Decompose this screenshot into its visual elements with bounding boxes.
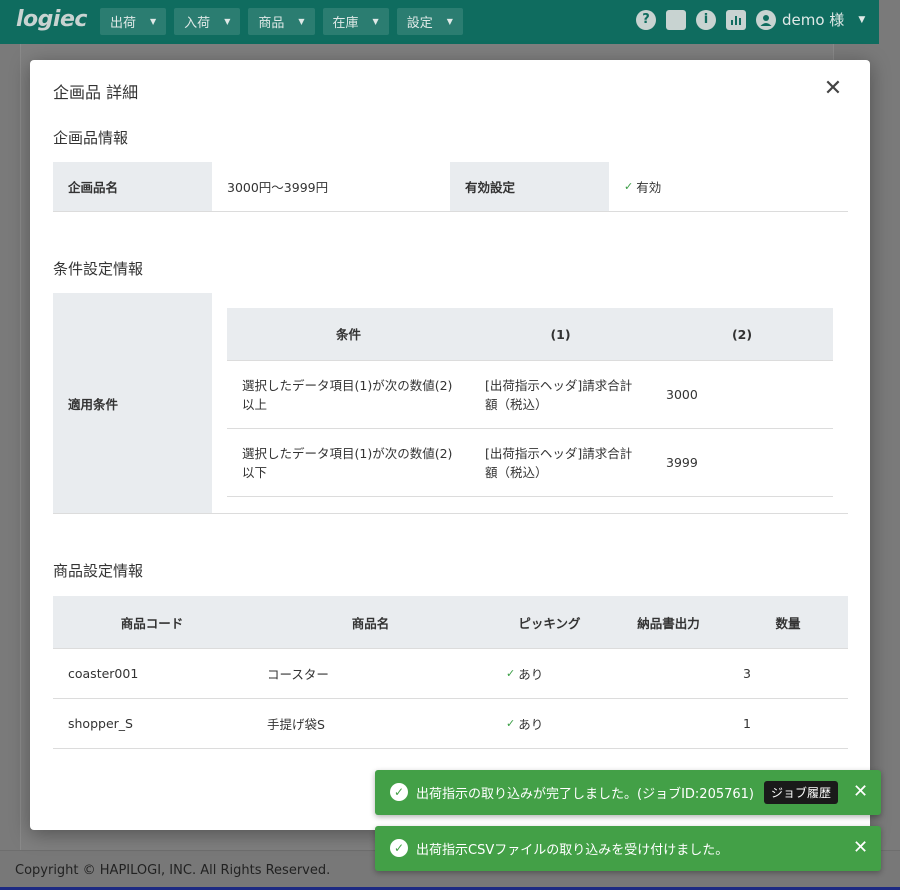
product-name-cell: コースター [267,667,329,682]
quantity-cell: 3 [743,666,751,681]
param2-cell: 3999 [666,455,698,470]
bar-chart-icon[interactable] [726,9,746,30]
table-row: 選択したデータ項目(1)が次の数値(2)以下 [出荷指示ヘッダ]請求合計額（税込… [227,429,833,497]
modal-title: 企画品 詳細 [53,83,139,102]
column-header: (2) [731,326,753,342]
product-code-cell: shopper_S [68,716,133,731]
picking-cell: ✓ あり [506,699,543,748]
condition-row-label: 適用条件 [53,293,212,513]
logo[interactable]: logiec [16,7,87,32]
nav-menu-settings[interactable]: 設定 ▼ [396,8,463,35]
nav-menu-inventory[interactable]: 在庫 ▼ [322,8,389,35]
table-header: 条件 (1) (2) [227,308,833,361]
param1-cell: [出荷指示ヘッダ]請求合計額（税込） [485,445,633,480]
nav-menu-receiving[interactable]: 入荷 ▼ [174,8,241,35]
toast-import-complete: ✓ 出荷指示の取り込みが完了しました。(ジョブID:205761) ジョブ履歴 … [375,770,881,815]
table-header: 商品コード 商品名 ピッキング 納品書出力 数量 [53,596,848,649]
check-icon: ✓ [624,180,634,193]
condition-cell: 選択したデータ項目(1)が次の数値(2)以下 [242,445,453,480]
nav-menus: 出荷 ▼ 入荷 ▼ 商品 ▼ 在庫 ▼ 設定 ▼ [100,8,463,35]
close-icon[interactable]: ✕ [853,781,868,802]
table-row: 選択したデータ項目(1)が次の数値(2)以上 [出荷指示ヘッダ]請求合計額（税込… [227,361,833,429]
column-header: ピッキング [518,615,581,631]
nav-right-tools: ? i demo 様 ▼ [636,9,865,30]
check-circle-icon: ✓ [390,783,408,801]
user-avatar-icon [756,9,776,30]
check-icon: ✓ [506,717,516,730]
nav-menu-shipping[interactable]: 出荷 ▼ [100,8,167,35]
quantity-cell: 1 [743,716,751,731]
condition-block: 適用条件 条件 (1) (2) 選択したデータ項目(1)が次の数値(2)以上 [… [53,293,848,514]
column-header: 条件 [335,326,361,342]
check-circle-icon: ✓ [390,839,408,857]
plan-info-title: 企画品情報 [53,129,129,147]
table-row: coaster001 コースター ✓ あり 3 [53,649,848,699]
picking-text: あり [518,717,544,732]
close-icon[interactable]: ✕ [853,837,868,858]
nav-menu-label: 入荷 [184,16,211,31]
chevron-down-icon: ▼ [446,17,453,26]
condition-cell: 選択したデータ項目(1)が次の数値(2)以上 [242,377,453,412]
table-row: shopper_S 手提げ袋S ✓ あり 1 [53,699,848,749]
column-header: 数量 [775,615,801,631]
product-code-cell: coaster001 [68,666,139,681]
nav-menu-products[interactable]: 商品 ▼ [248,8,315,35]
picking-cell: ✓ あり [506,649,543,698]
picking-text: あり [518,667,544,682]
chevron-down-icon: ▼ [224,17,231,26]
plan-name-label: 企画品名 [53,162,212,211]
status-text: 有効 [636,180,662,195]
chevron-down-icon: ▼ [150,17,157,26]
info-icon[interactable]: i [696,9,716,30]
chevron-down-icon: ▼ [858,14,866,25]
help-icon[interactable]: ? [636,9,656,30]
column-header: 商品コード [120,615,184,631]
job-history-button[interactable]: ジョブ履歴 [764,781,839,804]
nav-menu-label: 商品 [258,16,285,31]
briefcase-icon[interactable] [666,9,686,30]
param2-cell: 3000 [666,387,698,402]
product-info-title: 商品設定情報 [53,562,144,580]
param1-cell: [出荷指示ヘッダ]請求合計額（税込） [485,377,633,412]
plan-info-row: 企画品名 3000円〜3999円 有効設定 ✓ 有効 [53,162,848,212]
toast-message: 出荷指示の取り込みが完了しました。(ジョブID:205761) [416,787,754,802]
column-header: 商品名 [351,615,390,631]
plan-name-value: 3000円〜3999円 [227,180,329,195]
product-name-cell: 手提げ袋S [267,717,325,732]
column-header: 納品書出力 [637,615,700,631]
toast-import-accepted: ✓ 出荷指示CSVファイルの取り込みを受け付けました。 ✕ [375,826,881,871]
status-label: 有効設定 [450,162,609,211]
user-menu[interactable]: demo 様 ▼ [756,9,865,30]
copyright-text: Copyright © HAPILOGI, INC. All Rights Re… [15,863,331,878]
condition-table: 条件 (1) (2) 選択したデータ項目(1)が次の数値(2)以上 [出荷指示ヘ… [227,308,833,497]
plan-detail-modal: 企画品 詳細 ✕ 企画品情報 企画品名 3000円〜3999円 有効設定 ✓ 有効… [30,60,870,830]
chevron-down-icon: ▼ [298,17,305,26]
nav-menu-label: 在庫 [332,16,359,31]
nav-menu-label: 出荷 [110,16,137,31]
status-value: ✓ 有効 [609,162,848,211]
top-navbar: logiec 出荷 ▼ 入荷 ▼ 商品 ▼ 在庫 ▼ 設定 ▼ ? i demo 様 ▼ [0,0,879,44]
product-table: 商品コード 商品名 ピッキング 納品書出力 数量 coaster001 コースタ… [53,596,848,749]
toast-message: 出荷指示CSVファイルの取り込みを受け付けました。 [416,843,729,858]
chevron-down-icon: ▼ [372,17,379,26]
condition-info-title: 条件設定情報 [53,260,144,278]
nav-menu-label: 設定 [406,16,433,31]
column-header: (1) [550,326,571,342]
user-name: demo 様 [782,11,845,29]
close-icon[interactable]: ✕ [823,78,843,100]
check-icon: ✓ [506,667,516,680]
